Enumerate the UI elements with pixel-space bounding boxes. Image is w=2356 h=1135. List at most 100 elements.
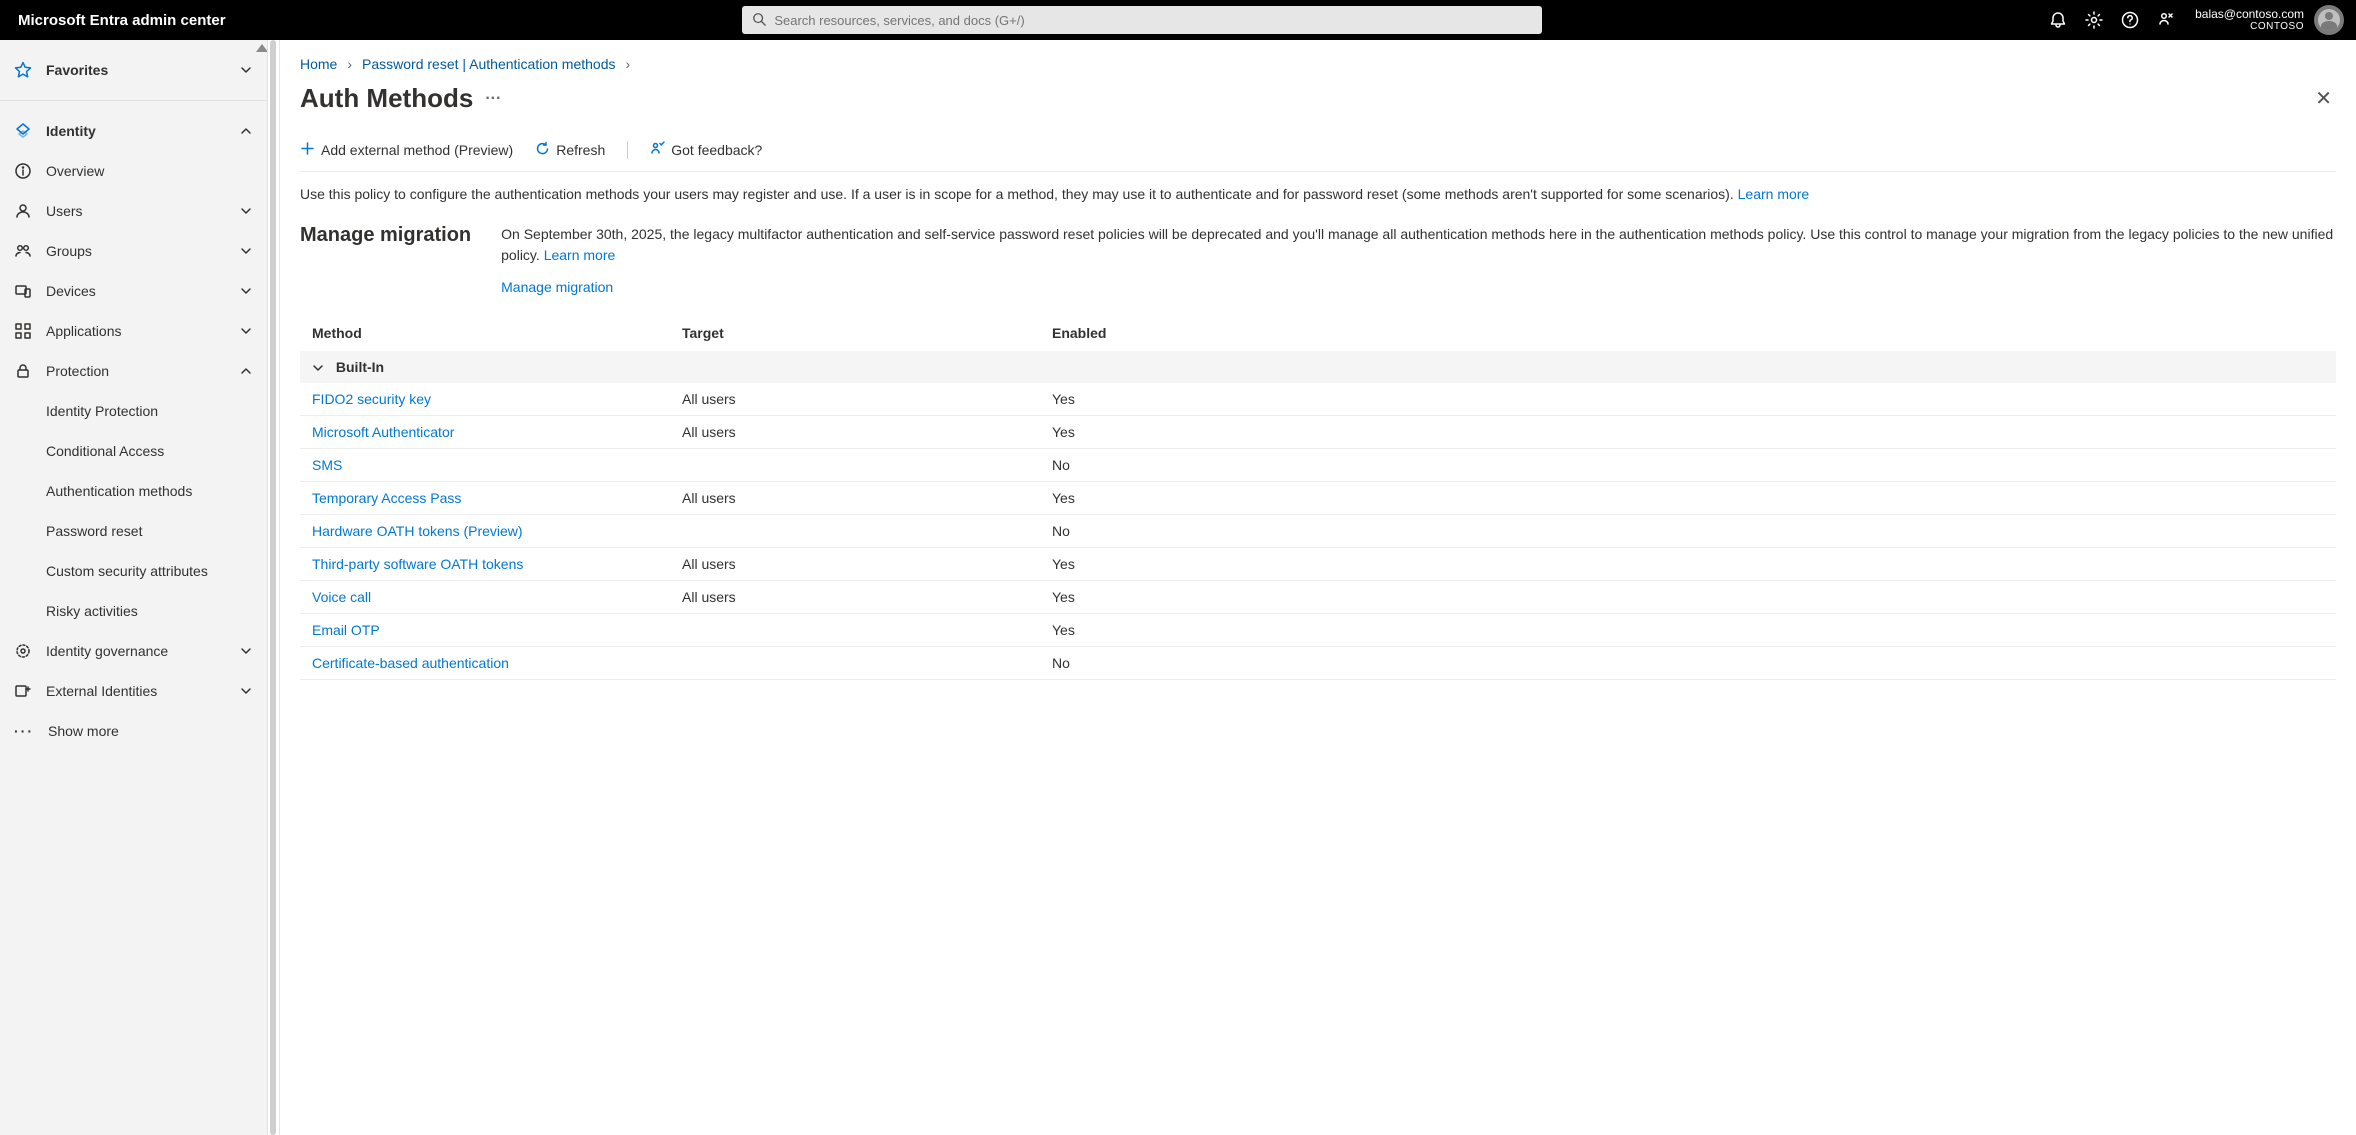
enabled-cell: Yes [1040,548,2336,581]
sidebar-sub-auth-methods[interactable]: Authentication methods [0,471,267,511]
target-cell: All users [670,416,1040,449]
group-icon [14,242,32,260]
col-header-enabled: Enabled [1040,315,2336,351]
method-link[interactable]: Email OTP [312,622,380,638]
enabled-cell: No [1040,515,2336,548]
sidebar-sub-identity-protection[interactable]: Identity Protection [0,391,267,431]
enabled-cell: No [1040,449,2336,482]
chevron-down-icon [239,204,253,218]
page-title-more-icon[interactable]: ··· [485,90,501,108]
target-cell: All users [670,548,1040,581]
sidebar: Favorites Identity Overview Users [0,40,268,1135]
table-row[interactable]: Email OTP Yes [300,614,2336,647]
governance-icon [14,642,32,660]
settings-icon[interactable] [2085,11,2103,29]
enabled-cell: Yes [1040,416,2336,449]
sidebar-favorites[interactable]: Favorites [0,50,267,90]
description-learn-more-link[interactable]: Learn more [1738,186,1810,202]
sidebar-sub-custom-security[interactable]: Custom security attributes [0,551,267,591]
sidebar-item-protection[interactable]: Protection [0,351,267,391]
table-row[interactable]: SMS No [300,449,2336,482]
table-row[interactable]: Temporary Access PassAll usersYes [300,482,2336,515]
account-tenant: CONTOSO [2195,21,2304,32]
sidebar-identity[interactable]: Identity [0,111,267,151]
target-cell [670,515,1040,548]
feedback-person-icon [650,141,665,159]
method-link[interactable]: Hardware OATH tokens (Preview) [312,523,523,539]
table-row[interactable]: Microsoft Authenticator All usersYes [300,416,2336,449]
chevron-down-icon [239,324,253,338]
table-row[interactable]: Voice callAll usersYes [300,581,2336,614]
chevron-down-icon [239,244,253,258]
enabled-cell: No [1040,647,2336,680]
method-link[interactable]: FIDO2 security key [312,391,431,407]
sidebar-collapse-handle[interactable] [256,44,268,52]
feedback-button[interactable]: Got feedback? [650,141,762,159]
chevron-down-icon [239,284,253,298]
sidebar-sub-conditional-access[interactable]: Conditional Access [0,431,267,471]
method-link[interactable]: Voice call [312,589,371,605]
breadcrumb-pwdreset[interactable]: Password reset | Authentication methods [362,56,615,72]
sidebar-item-applications[interactable]: Applications [0,311,267,351]
sidebar-item-overview[interactable]: Overview [0,151,267,191]
chevron-down-icon [239,63,253,77]
info-icon [14,162,32,180]
description-text: Use this policy to configure the authent… [300,184,2336,204]
sidebar-item-identity-governance[interactable]: Identity governance [0,631,267,671]
star-icon [14,61,32,79]
chevron-up-icon [239,124,253,138]
sidebar-item-devices[interactable]: Devices [0,271,267,311]
search-input[interactable] [774,13,1532,28]
table-row[interactable]: Hardware OATH tokens (Preview) No [300,515,2336,548]
enabled-cell: Yes [1040,383,2336,416]
method-link[interactable]: Microsoft Authenticator [312,424,454,440]
resize-handle[interactable] [268,40,280,1135]
sidebar-sub-password-reset[interactable]: Password reset [0,511,267,551]
method-link[interactable]: SMS [312,457,342,473]
method-link[interactable]: Temporary Access Pass [312,490,461,506]
search-icon [752,12,774,29]
notifications-icon[interactable] [2049,11,2067,29]
help-icon[interactable] [2121,11,2139,29]
chevron-down-icon [312,359,332,375]
refresh-button[interactable]: Refresh [535,141,605,159]
target-cell [670,614,1040,647]
migration-heading: Manage migration [300,224,471,297]
target-cell: All users [670,482,1040,515]
migration-learn-more-link[interactable]: Learn more [544,247,616,263]
sidebar-item-groups[interactable]: Groups [0,231,267,271]
top-bar: Microsoft Entra admin center balas@conto… [0,0,2356,40]
user-icon [14,202,32,220]
global-search[interactable] [742,6,1542,34]
account-button[interactable]: balas@contoso.com CONTOSO [2195,5,2344,35]
close-button[interactable]: ✕ [2311,82,2336,115]
page-title: Auth Methods ··· [300,83,501,114]
target-cell [670,449,1040,482]
table-row[interactable]: Third-party software OATH tokens All user… [300,548,2336,581]
table-row[interactable]: Certificate-based authentication No [300,647,2336,680]
chevron-down-icon [239,684,253,698]
avatar-icon [2314,5,2344,35]
sidebar-item-users[interactable]: Users [0,191,267,231]
ellipsis-icon: ··· [14,723,34,739]
chevron-up-icon [239,364,253,378]
method-link[interactable]: Certificate-based authentication [312,655,509,671]
method-link[interactable]: Third-party software OATH tokens [312,556,523,572]
sidebar-show-more[interactable]: ··· Show more [0,711,267,751]
enabled-cell: Yes [1040,614,2336,647]
breadcrumb-home[interactable]: Home [300,56,337,72]
group-row-builtin[interactable]: Built-In [300,351,2336,383]
col-header-target: Target [670,315,1040,351]
brand-title: Microsoft Entra admin center [18,12,226,29]
feedback-icon[interactable] [2157,11,2175,29]
table-row[interactable]: FIDO2 security keyAll usersYes [300,383,2336,416]
sidebar-sub-risky-activities[interactable]: Risky activities [0,591,267,631]
sidebar-item-external-identities[interactable]: External Identities [0,671,267,711]
col-header-method: Method [300,315,670,351]
external-id-icon [14,682,32,700]
target-cell [670,647,1040,680]
apps-icon [14,322,32,340]
manage-migration-link[interactable]: Manage migration [501,277,613,297]
add-external-method-button[interactable]: Add external method (Preview) [300,141,513,159]
toolbar: Add external method (Preview) Refresh Go… [300,131,2336,172]
